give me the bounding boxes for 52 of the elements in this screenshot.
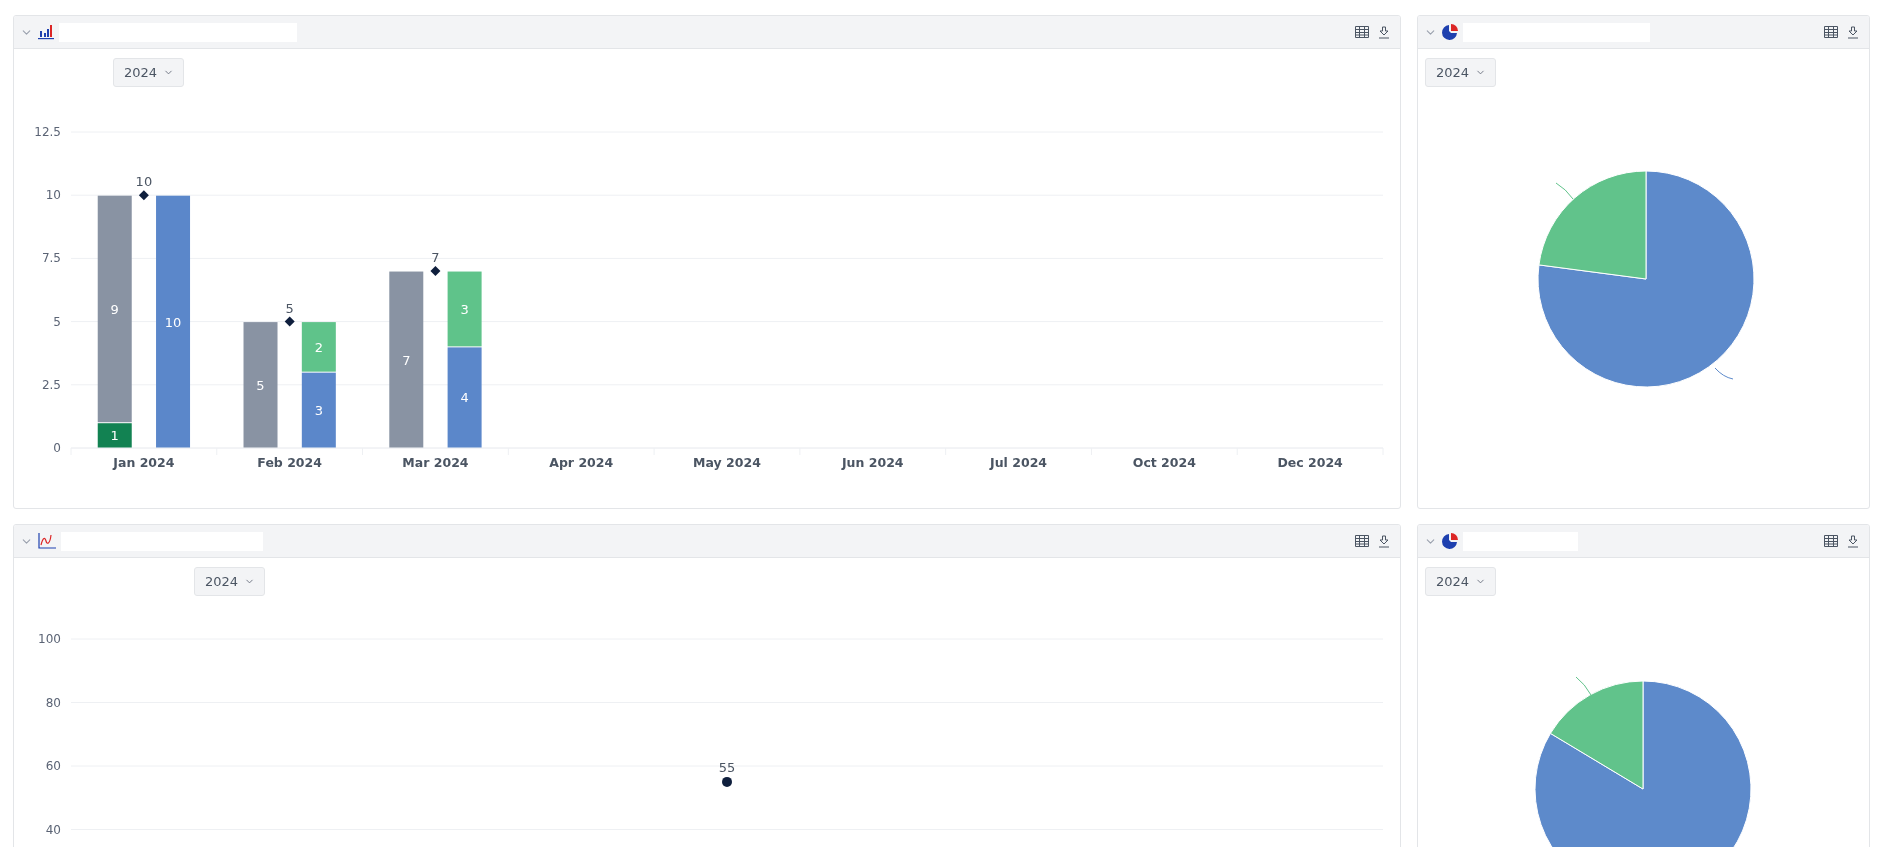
- bar-value-label: 4: [460, 390, 469, 406]
- total-label: 7: [431, 250, 440, 266]
- total-marker: [430, 266, 441, 277]
- table-icon[interactable]: [1355, 535, 1369, 547]
- bar-value-label: 2: [314, 339, 323, 355]
- y-axis-label: 5: [53, 314, 61, 329]
- table-icon[interactable]: [1824, 535, 1838, 547]
- download-icon[interactable]: [1847, 25, 1859, 39]
- data-label: 55: [718, 759, 736, 775]
- year-dropdown[interactable]: 2024: [1425, 567, 1497, 596]
- bar-value-label: 3: [314, 403, 323, 419]
- bar-chart-icon: [37, 24, 55, 40]
- download-icon[interactable]: [1378, 534, 1390, 548]
- download-icon[interactable]: [1378, 25, 1390, 39]
- year-dropdown[interactable]: 2024: [113, 58, 185, 87]
- data-point: [722, 776, 732, 787]
- x-axis-label: Feb 2024: [257, 455, 322, 470]
- year-dropdown[interactable]: 2024: [194, 567, 266, 596]
- x-axis-label: May 2024: [693, 455, 761, 470]
- table-icon[interactable]: [1824, 26, 1838, 38]
- total-label: 10: [135, 174, 153, 190]
- line-chart-icon: [37, 532, 57, 550]
- x-axis-label: Apr 2024: [549, 455, 614, 470]
- x-axis-label: Jul 2024: [990, 455, 1048, 470]
- y-axis-label: 10: [45, 188, 61, 203]
- bar-value-label: 7: [402, 352, 411, 368]
- y-axis-label: 40: [45, 822, 61, 837]
- year-dropdown[interactable]: 2024: [1425, 58, 1497, 87]
- pie-chart-icon: [1441, 532, 1459, 550]
- bar-value-label: 9: [110, 301, 119, 317]
- x-axis-label: Oct 2024: [1132, 455, 1196, 470]
- y-axis-label: 12.5: [34, 125, 61, 139]
- bar-value-label: 3: [460, 301, 469, 317]
- bar-value-label: 5: [256, 377, 265, 393]
- total-marker: [138, 190, 149, 201]
- x-axis-label: Dec 2024: [1277, 455, 1343, 470]
- total-marker: [284, 316, 295, 327]
- y-axis-label: 80: [45, 695, 61, 710]
- y-axis-label: 60: [45, 759, 61, 773]
- pie-chart-icon: [1441, 23, 1459, 41]
- y-axis-label: 0: [53, 441, 61, 455]
- total-label: 5: [285, 300, 294, 316]
- y-axis-label: 7.5: [41, 251, 61, 266]
- x-axis-label: Jun 2024: [842, 455, 904, 470]
- bar-value-label: 10: [164, 314, 182, 330]
- y-axis-label: 100: [38, 632, 61, 646]
- table-icon[interactable]: [1355, 26, 1369, 38]
- bar-value-label: 1: [110, 428, 119, 444]
- download-icon[interactable]: [1847, 534, 1859, 548]
- x-axis-label: Mar 2024: [402, 455, 469, 470]
- x-axis-label: Jan 2024: [113, 455, 175, 470]
- y-axis-label: 2.5: [41, 377, 61, 392]
